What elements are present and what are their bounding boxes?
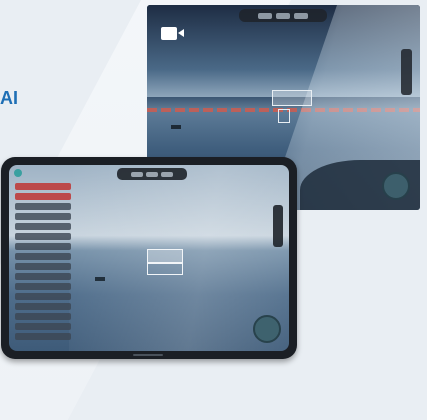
headline: AI <box>0 88 18 108</box>
toolbar-segment[interactable] <box>294 12 308 19</box>
app-logo-icon[interactable] <box>14 169 22 177</box>
detection-target-box[interactable] <box>147 263 183 275</box>
home-indicator <box>133 354 163 356</box>
sidebar-list-item[interactable] <box>15 283 71 290</box>
sidebar-list-item[interactable] <box>15 323 71 330</box>
sidebar-list-item[interactable] <box>15 213 71 220</box>
sidebar-list-item[interactable] <box>15 223 71 230</box>
sidebar-list-item[interactable] <box>15 233 71 240</box>
sidebar-list-item[interactable] <box>15 193 71 200</box>
joystick-control[interactable] <box>382 172 410 200</box>
camera-side-controls[interactable] <box>401 49 412 95</box>
boat-target <box>95 277 105 281</box>
toolbar-segment[interactable] <box>146 171 158 177</box>
joystick-control[interactable] <box>253 315 281 343</box>
detection-label-box[interactable] <box>272 90 312 106</box>
detection-target-box[interactable] <box>278 109 290 123</box>
video-camera-icon[interactable] <box>161 27 177 40</box>
toolbar-segment[interactable] <box>276 12 290 19</box>
detection-label-box[interactable] <box>147 249 183 263</box>
tablet-device <box>1 157 297 359</box>
sidebar-list-item[interactable] <box>15 243 71 250</box>
boat-target <box>171 125 181 129</box>
sidebar-list-item[interactable] <box>15 273 71 280</box>
sidebar-list-item[interactable] <box>15 253 71 260</box>
toolbar-segment[interactable] <box>131 171 143 177</box>
sidebar-list-item[interactable] <box>15 333 71 340</box>
tablet-sidebar-list <box>15 183 71 341</box>
sidebar-list-item[interactable] <box>15 203 71 210</box>
sidebar-list-item[interactable] <box>15 303 71 310</box>
camera-top-toolbar[interactable] <box>239 9 327 22</box>
sidebar-list-item[interactable] <box>15 313 71 320</box>
toolbar-segment[interactable] <box>258 12 272 19</box>
tablet-top-toolbar[interactable] <box>117 168 187 180</box>
tablet-side-controls[interactable] <box>273 205 283 247</box>
sidebar-list-item[interactable] <box>15 293 71 300</box>
sidebar-list-item[interactable] <box>15 263 71 270</box>
toolbar-segment[interactable] <box>161 171 173 177</box>
tablet-screen <box>9 165 289 351</box>
sidebar-list-item[interactable] <box>15 183 71 190</box>
